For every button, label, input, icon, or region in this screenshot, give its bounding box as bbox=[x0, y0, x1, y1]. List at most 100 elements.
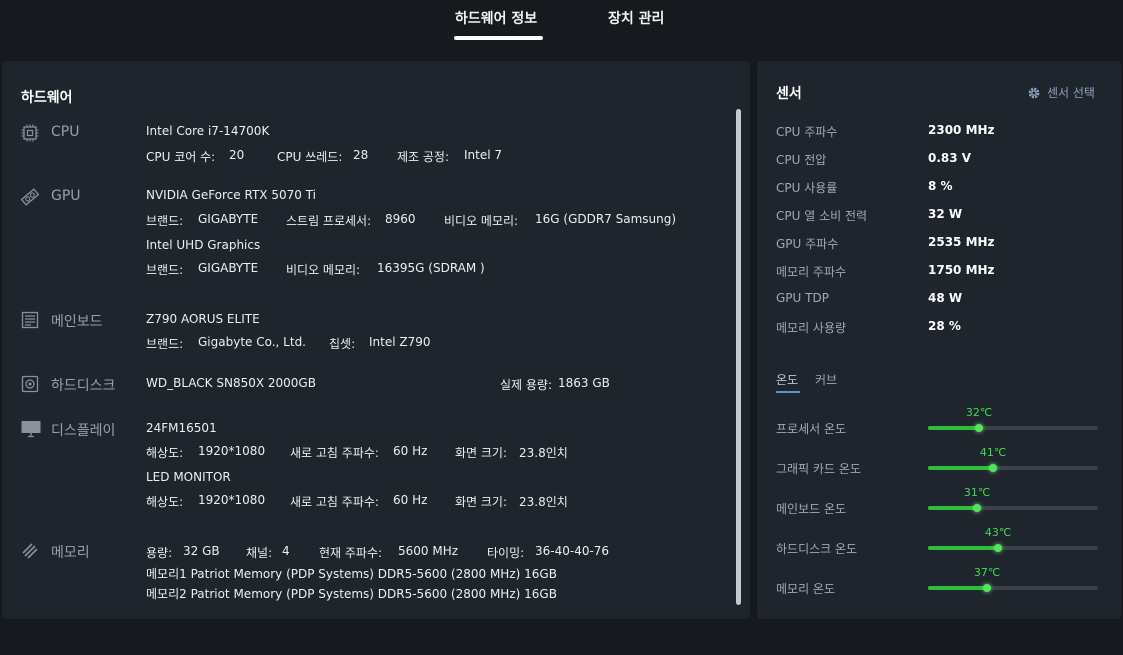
cpu-threads-label: CPU 쓰레드: bbox=[277, 150, 343, 164]
sensor-label: CPU 주파수 bbox=[776, 125, 838, 139]
sensor-label: CPU 사용률 bbox=[776, 181, 838, 195]
memory-section-label: 메모리 bbox=[51, 545, 90, 561]
temperature-bar bbox=[928, 464, 1098, 472]
cpu-process-label: 제조 공정: bbox=[397, 150, 450, 164]
temperature-label: 메모리 온도 bbox=[776, 582, 836, 596]
display1-refresh-value: 60 Hz bbox=[393, 444, 428, 458]
temperature-value: 43℃ bbox=[984, 526, 1012, 539]
temperature-value: 31℃ bbox=[963, 486, 991, 499]
cpu-cores-label: CPU 코어 수: bbox=[146, 150, 216, 164]
gpu-section-label: GPU bbox=[51, 188, 81, 204]
temperature-bar bbox=[928, 504, 1098, 512]
gpu2-vram-label: 비디오 메모리: bbox=[286, 263, 361, 277]
display2-size-label: 화면 크기: bbox=[455, 495, 508, 509]
sensor-value: 28 % bbox=[928, 319, 961, 333]
sensor-value: 2535 MHz bbox=[928, 235, 995, 249]
motherboard-chipset-label: 칩셋: bbox=[329, 337, 356, 351]
tab-device-manager[interactable]: 장치 관리 bbox=[608, 8, 664, 28]
display1-size-label: 화면 크기: bbox=[455, 446, 508, 460]
subtab-active-indicator bbox=[776, 391, 800, 393]
motherboard-name: Z790 AORUS ELITE bbox=[146, 312, 260, 326]
active-tab-indicator bbox=[454, 36, 543, 40]
display1-name: 24FM16501 bbox=[146, 421, 217, 435]
display2-refresh-label: 새로 고침 주파수: bbox=[290, 495, 379, 509]
cpu-cores-value: 20 bbox=[229, 148, 245, 162]
temperature-label: 메인보드 온도 bbox=[776, 502, 847, 516]
sensor-select-button[interactable]: 센서 선택 bbox=[1027, 84, 1095, 101]
display2-name: LED MONITOR bbox=[146, 470, 231, 484]
sensor-value: 32 W bbox=[928, 207, 963, 221]
gpu2-brand-label: 브랜드: bbox=[146, 263, 184, 277]
display1-size-value: 23.8인치 bbox=[519, 446, 568, 460]
memory-channel-label: 채널: bbox=[246, 546, 273, 560]
bottom-strip bbox=[0, 622, 1123, 655]
display2-refresh-value: 60 Hz bbox=[393, 493, 428, 507]
temperature-value: 32℃ bbox=[965, 406, 993, 419]
gpu1-vram-label: 비디오 메모리: bbox=[444, 214, 519, 228]
hardware-panel-title: 하드웨어 bbox=[21, 90, 73, 106]
cpu-name: Intel Core i7-14700K bbox=[146, 124, 270, 138]
sensor-value: 2300 MHz bbox=[928, 123, 995, 137]
cpu-process-value: Intel 7 bbox=[464, 148, 503, 162]
disk-capacity-value: 1863 GB bbox=[558, 376, 610, 390]
temperature-bar-fill bbox=[928, 586, 987, 590]
temperature-value: 41℃ bbox=[979, 446, 1007, 459]
motherboard-brand-value: Gigabyte Co., Ltd. bbox=[198, 335, 306, 349]
memory-slot-2: 메모리2 Patriot Memory (PDP Systems) DDR5-5… bbox=[146, 587, 557, 601]
sensor-value: 0.83 V bbox=[928, 151, 972, 165]
gear-icon bbox=[1028, 87, 1040, 99]
tab-temperature[interactable]: 온도 bbox=[776, 371, 798, 388]
cpu-icon bbox=[21, 124, 39, 142]
temperature-bar-knob bbox=[975, 424, 983, 432]
temperature-bar bbox=[928, 584, 1098, 592]
gpu2-brand-value: GIGABYTE bbox=[198, 261, 259, 275]
display1-refresh-label: 새로 고침 주파수: bbox=[290, 446, 379, 460]
tab-hardware-info[interactable]: 하드웨어 정보 bbox=[455, 8, 537, 28]
memory-frequency-value: 5600 MHz bbox=[398, 544, 459, 558]
motherboard-icon bbox=[21, 311, 39, 329]
temperature-bar bbox=[928, 424, 1098, 432]
motherboard-brand-label: 브랜드: bbox=[146, 337, 184, 351]
gpu1-stream-processor-value: 8960 bbox=[385, 212, 416, 226]
top-tab-bar: 하드웨어 정보 장치 관리 bbox=[0, 0, 1123, 55]
monitor-icon bbox=[21, 420, 41, 438]
temperature-bar-fill bbox=[928, 466, 993, 470]
memory-frequency-label: 현재 주파수: bbox=[319, 546, 383, 560]
temperature-bar-fill bbox=[928, 546, 998, 550]
memory-size-label: 용량: bbox=[146, 546, 173, 560]
sensor-label: 메모리 주파수 bbox=[776, 265, 847, 279]
temperature-bar-fill bbox=[928, 426, 979, 430]
sensor-label: GPU TDP bbox=[776, 291, 829, 305]
temperature-bar-knob bbox=[994, 544, 1002, 552]
gpu1-stream-processor-label: 스트림 프로세서: bbox=[286, 214, 372, 228]
display1-resolution-label: 해상도: bbox=[146, 446, 184, 460]
temperature-bar bbox=[928, 544, 1098, 552]
memory-icon bbox=[21, 542, 39, 560]
cpu-section-label: CPU bbox=[51, 124, 80, 140]
hardware-panel: 하드웨어 CPU Intel Core i7-14700K CPU 코어 수: … bbox=[2, 61, 750, 619]
display-section-label: 디스플레이 bbox=[51, 423, 116, 439]
disk-name: WD_BLACK SN850X 2000GB bbox=[146, 376, 316, 390]
tab-curve[interactable]: 커브 bbox=[815, 371, 837, 388]
display2-size-value: 23.8인치 bbox=[519, 495, 568, 509]
cpu-threads-value: 28 bbox=[353, 148, 369, 162]
temperature-label: 프로세서 온도 bbox=[776, 422, 847, 436]
sensor-label: GPU 주파수 bbox=[776, 237, 839, 251]
motherboard-chipset-value: Intel Z790 bbox=[369, 335, 431, 349]
sensor-panel-title: 센서 bbox=[776, 86, 802, 102]
gpu1-brand-value: GIGABYTE bbox=[198, 212, 259, 226]
disk-icon bbox=[21, 375, 39, 393]
gpu2-vram-value: 16395G (SDRAM ) bbox=[377, 261, 485, 275]
memory-channel-value: 4 bbox=[282, 544, 290, 558]
sensor-value: 48 W bbox=[928, 291, 963, 305]
temperature-bar-fill bbox=[928, 506, 977, 510]
display1-resolution-value: 1920*1080 bbox=[198, 444, 266, 458]
sensor-select-label: 센서 선택 bbox=[1047, 86, 1095, 100]
temperature-label: 그래픽 카드 온도 bbox=[776, 462, 861, 476]
hardware-scrollbar[interactable] bbox=[736, 109, 741, 605]
temperature-bar-knob bbox=[973, 504, 981, 512]
memory-slot-1: 메모리1 Patriot Memory (PDP Systems) DDR5-5… bbox=[146, 567, 557, 581]
display2-resolution-value: 1920*1080 bbox=[198, 493, 266, 507]
gpu1-name: NVIDIA GeForce RTX 5070 Ti bbox=[146, 188, 316, 202]
sensor-label: CPU 전압 bbox=[776, 153, 827, 167]
